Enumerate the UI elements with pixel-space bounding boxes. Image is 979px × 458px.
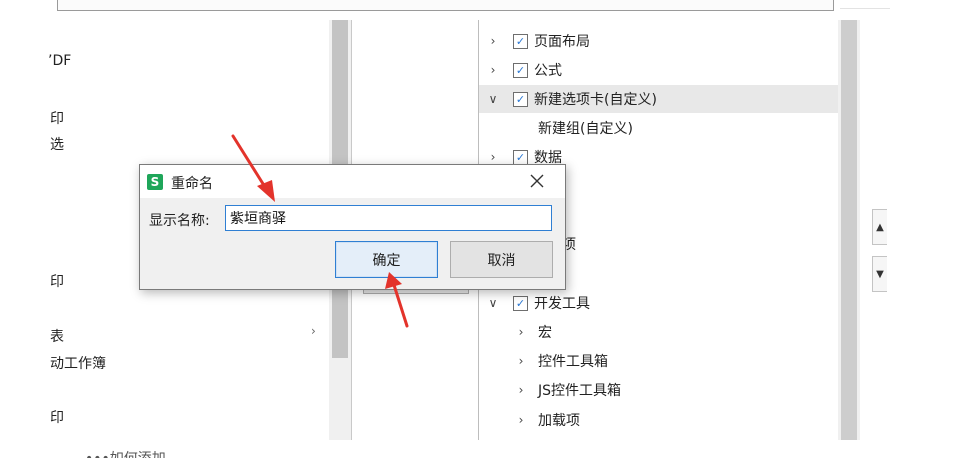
command-item-table[interactable]: 表 [50,326,64,346]
chevron-right-icon[interactable]: › [486,150,500,164]
chevron-right-icon[interactable]: › [486,34,500,48]
cancel-button[interactable]: 取消 [450,241,553,278]
tree-scrollbar-thumb[interactable] [841,20,857,440]
chevron-right-icon[interactable]: › [514,383,528,397]
display-name-label: 显示名称: [149,213,210,229]
chevron-right-icon[interactable]: › [514,413,528,427]
app-logo-icon: S [147,174,163,190]
tree-item-label: 页面布局 [534,34,590,50]
tree-item-page-layout[interactable]: › ✓ 页面布局 [479,27,838,55]
move-down-button[interactable]: ▼ [872,256,887,292]
checkbox-checked-icon[interactable]: ✓ [513,91,528,107]
tree-item-new-tab-custom[interactable]: ∨ ✓ 新建选项卡(自定义) [479,85,838,113]
tree-item-addins-2[interactable]: › 加载项 [479,406,838,434]
tree-item-macro[interactable]: › 宏 [479,318,838,346]
checkbox-checked-icon[interactable]: ✓ [513,33,528,49]
chevron-right-icon[interactable]: › [514,354,528,368]
close-glyph [530,174,544,188]
tree-item-label: 开发工具 [534,296,590,312]
tree-item-new-group-custom[interactable]: 新建组(自定义) [479,114,838,142]
command-item-print[interactable]: 印 [50,108,64,128]
tree-item-label: 控件工具箱 [538,354,608,370]
chevron-right-icon[interactable]: › [514,325,528,339]
tree-item-label: 新建组(自定义) [538,121,633,137]
command-item-pdf[interactable]: ’DF [48,53,71,69]
tree-item-label: 宏 [538,325,552,341]
top-divider [840,8,890,9]
command-item-workbook[interactable]: 动工作簿 [50,353,106,373]
ok-button[interactable]: 确定 [335,241,438,278]
tree-item-js-controls-toolbox[interactable]: › JS控件工具箱 [479,376,838,404]
checkbox-checked-icon[interactable]: ✓ [513,62,528,78]
rename-dialog: S 重命名 显示名称: 确定 取消 [139,164,566,290]
close-icon[interactable] [524,170,550,192]
chevron-right-icon[interactable]: › [486,63,500,77]
tree-item-label: 公式 [534,63,562,79]
tree-item-formula[interactable]: › ✓ 公式 [479,56,838,84]
tree-scrollbar[interactable] [838,20,860,440]
bottom-cut-text: •••如何添加 [0,440,979,458]
tree-item-controls-toolbox[interactable]: › 控件工具箱 [479,347,838,375]
chevron-down-icon[interactable]: ∨ [486,296,500,310]
tree-item-developer[interactable]: ∨ ✓ 开发工具 [479,289,838,317]
tree-item-label: JS控件工具箱 [538,383,622,399]
display-name-input[interactable] [225,205,552,231]
command-item-print-2[interactable]: 印 [50,271,64,291]
checkbox-checked-icon[interactable]: ✓ [513,149,528,165]
chevron-down-icon[interactable]: ∨ [486,92,500,106]
command-item-select[interactable]: 选 [50,134,64,154]
tree-item-label: 新建选项卡(自定义) [534,92,657,108]
submenu-arrow: › [311,324,316,338]
dialog-titlebar[interactable]: S 重命名 [140,165,565,198]
command-item-print-3[interactable]: 印 [50,407,64,427]
checkbox-checked-icon[interactable]: ✓ [513,295,528,311]
tree-item-label: 加载项 [538,413,580,429]
top-toolbar-edge [57,0,834,11]
move-up-button[interactable]: ▲ [872,209,887,245]
dialog-title: 重命名 [171,176,213,192]
